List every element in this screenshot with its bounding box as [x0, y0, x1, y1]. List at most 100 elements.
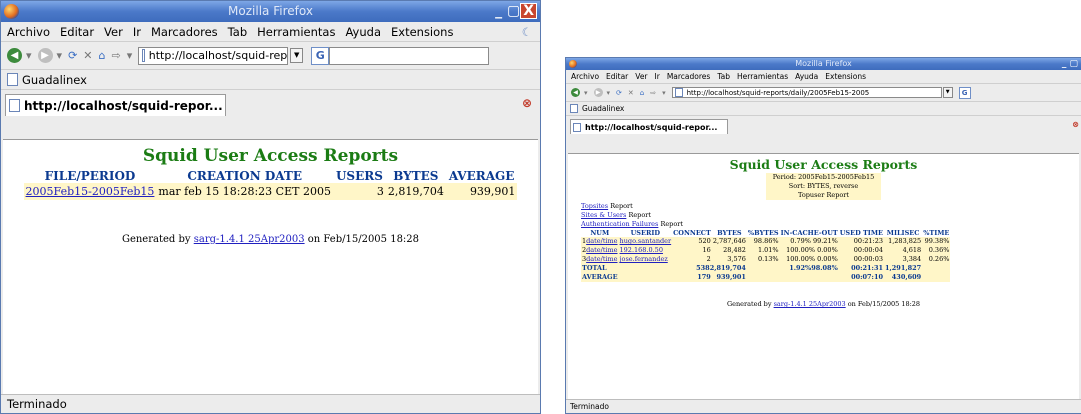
sarg-link[interactable]: sarg-1.4.1 25Apr2003 — [774, 300, 846, 308]
menu-archivo[interactable]: Archivo — [7, 25, 50, 39]
col-bytes: BYTES — [717, 229, 742, 237]
window-controls[interactable]: _ ▢ X — [495, 1, 537, 22]
tab-squid-report[interactable]: http://localhost/squid-repor... — [5, 94, 226, 116]
report-subtitle: Topuser Report — [798, 191, 849, 199]
userid-link[interactable]: jose.fernandez — [620, 255, 668, 263]
reload-icon[interactable]: ⟳ — [616, 89, 622, 97]
menu-marcadores[interactable]: Marcadores — [151, 25, 218, 39]
average-value: 939,901 — [445, 183, 518, 200]
average-used-time: 00:07:10 — [838, 273, 884, 282]
minimize-maximize-buttons[interactable]: _ ▢ — [1062, 59, 1078, 69]
menu-ayuda[interactable]: Ayuda — [795, 72, 818, 81]
connect-value: 16 — [672, 246, 712, 255]
menu-archivo[interactable]: Archivo — [571, 72, 599, 81]
incache-value: 100.00% 0.00% — [779, 246, 839, 255]
tab-squid-report[interactable]: http://localhost/squid-repor... — [570, 119, 728, 134]
home-icon[interactable]: ⌂ — [99, 49, 106, 62]
menu-extensions[interactable]: Extensions — [825, 72, 866, 81]
row-num: 3date/time — [581, 255, 619, 264]
auth-failures-link[interactable]: Authentication Failures — [581, 220, 658, 228]
go-dropdown-icon[interactable]: ▾ — [127, 49, 133, 62]
sarg-link[interactable]: sarg-1.4.1 25Apr2003 — [194, 234, 305, 245]
url-dropdown-icon[interactable]: ▼ — [290, 48, 304, 63]
sites-users-link[interactable]: Sites & Users — [581, 211, 626, 219]
status-bar: Terminado — [566, 399, 1081, 413]
creation-date: mar feb 15 18:28:23 CET 2005 — [156, 183, 333, 200]
table-row: 1date/time hugo.santander 520 2,787,646 … — [581, 237, 951, 246]
search-engine-icon[interactable]: G — [958, 86, 971, 99]
stop-icon[interactable]: ✕ — [628, 89, 634, 97]
stop-icon[interactable]: ✕ — [83, 49, 92, 62]
back-button-icon[interactable]: ◀ — [571, 88, 580, 97]
users-value: 3 — [332, 183, 386, 200]
menu-editar[interactable]: Editar — [606, 72, 628, 81]
table-row: 2date/time 192.168.0.50 16 28,482 1.01% … — [581, 246, 951, 255]
close-tab-icon[interactable]: ⊗ — [1072, 120, 1079, 129]
menu-tab[interactable]: Tab — [228, 25, 247, 39]
col-incache: IN-CACHE-OUT — [780, 229, 838, 237]
forward-button-icon[interactable]: ▶ — [593, 88, 603, 97]
back-dropdown-icon[interactable]: ▾ — [26, 49, 32, 62]
menu-extensions[interactable]: Extensions — [391, 25, 453, 39]
datetime-link[interactable]: date/time — [586, 255, 617, 263]
forward-dropdown-icon[interactable]: ▾ — [57, 49, 63, 62]
close-window-button[interactable]: X — [520, 3, 537, 19]
firefox-logo-icon — [569, 60, 577, 68]
url-text[interactable]: http://localhost/squid-reports/daily/200… — [687, 89, 870, 97]
bookmark-guadalinex[interactable]: Guadalinex — [582, 104, 624, 113]
back-button-icon[interactable]: ◀ — [7, 48, 22, 63]
menu-ayuda[interactable]: Ayuda — [345, 25, 381, 39]
menu-herramientas[interactable]: Herramientas — [257, 25, 335, 39]
list-item: Authentication Failures Report — [581, 220, 1079, 229]
list-item: Topsites Report — [581, 202, 1079, 211]
bookmarks-toolbar: Guadalinex — [566, 102, 1081, 116]
bookmark-guadalinex[interactable]: Guadalinex — [22, 73, 87, 87]
minimize-maximize-buttons[interactable]: _ ▢ — [495, 3, 520, 19]
total-incache: 1.92%98.08% — [779, 264, 839, 273]
url-bar[interactable]: http://localhost/squid-reports/daily/200… — [671, 87, 942, 98]
url-bar[interactable]: http://localhost/squid-rep — [138, 46, 289, 65]
menu-ver[interactable]: Ver — [104, 25, 123, 39]
go-icon[interactable]: ⇨ — [111, 49, 120, 62]
forward-button-icon[interactable]: ▶ — [37, 48, 53, 63]
tab-title[interactable]: http://localhost/squid-repor... — [585, 123, 717, 132]
tab-page-icon — [573, 122, 581, 132]
window-controls[interactable]: _ ▢ — [1062, 58, 1078, 70]
used-time-value: 00:21:23 — [838, 237, 884, 246]
userid-link[interactable]: hugo.santander — [620, 237, 672, 245]
total-used-time: 00:21:31 — [838, 264, 884, 273]
menu-ir[interactable]: Ir — [655, 72, 660, 81]
menu-ver[interactable]: Ver — [635, 72, 647, 81]
connect-value: 2 — [672, 255, 712, 264]
menu-tab[interactable]: Tab — [717, 72, 730, 81]
topsites-link[interactable]: Topsites — [581, 202, 608, 210]
bytes-value: 2,787,646 — [711, 237, 747, 246]
link-suffix: Report — [610, 202, 633, 210]
home-icon[interactable]: ⌂ — [640, 89, 644, 97]
go-dropdown-icon[interactable]: ▾ — [662, 89, 666, 97]
sort-text: Sort: BYTES, reverse — [788, 182, 859, 190]
search-input[interactable] — [329, 46, 490, 65]
status-bar: Terminado — [1, 394, 540, 413]
close-tab-icon[interactable]: ⊗ — [522, 96, 532, 110]
datetime-link[interactable]: date/time — [586, 246, 617, 254]
reload-icon[interactable]: ⟳ — [68, 49, 77, 62]
url-text[interactable]: http://localhost/squid-rep — [149, 49, 288, 62]
forward-dropdown-icon[interactable]: ▾ — [607, 89, 611, 97]
col-userid: USERID — [630, 229, 661, 237]
datetime-link[interactable]: date/time — [586, 237, 617, 245]
menu-ir[interactable]: Ir — [133, 25, 141, 39]
userid-link[interactable]: 192.168.0.50 — [620, 246, 663, 254]
menu-herramientas[interactable]: Herramientas — [737, 72, 788, 81]
menu-marcadores[interactable]: Marcadores — [667, 72, 711, 81]
tab-title[interactable]: http://localhost/squid-repor... — [24, 99, 223, 113]
period-link[interactable]: 2005Feb15-2005Feb15 — [26, 185, 155, 198]
used-time-value: 00:00:03 — [838, 255, 884, 264]
back-dropdown-icon[interactable]: ▾ — [584, 89, 588, 97]
go-icon[interactable]: ⇨ — [650, 89, 656, 97]
url-dropdown-icon[interactable]: ▼ — [942, 87, 953, 98]
search-engine-icon[interactable]: G — [311, 46, 330, 65]
window-title: Mozilla Firefox — [228, 4, 313, 18]
menu-editar[interactable]: Editar — [60, 25, 94, 39]
page-icon — [142, 49, 145, 62]
